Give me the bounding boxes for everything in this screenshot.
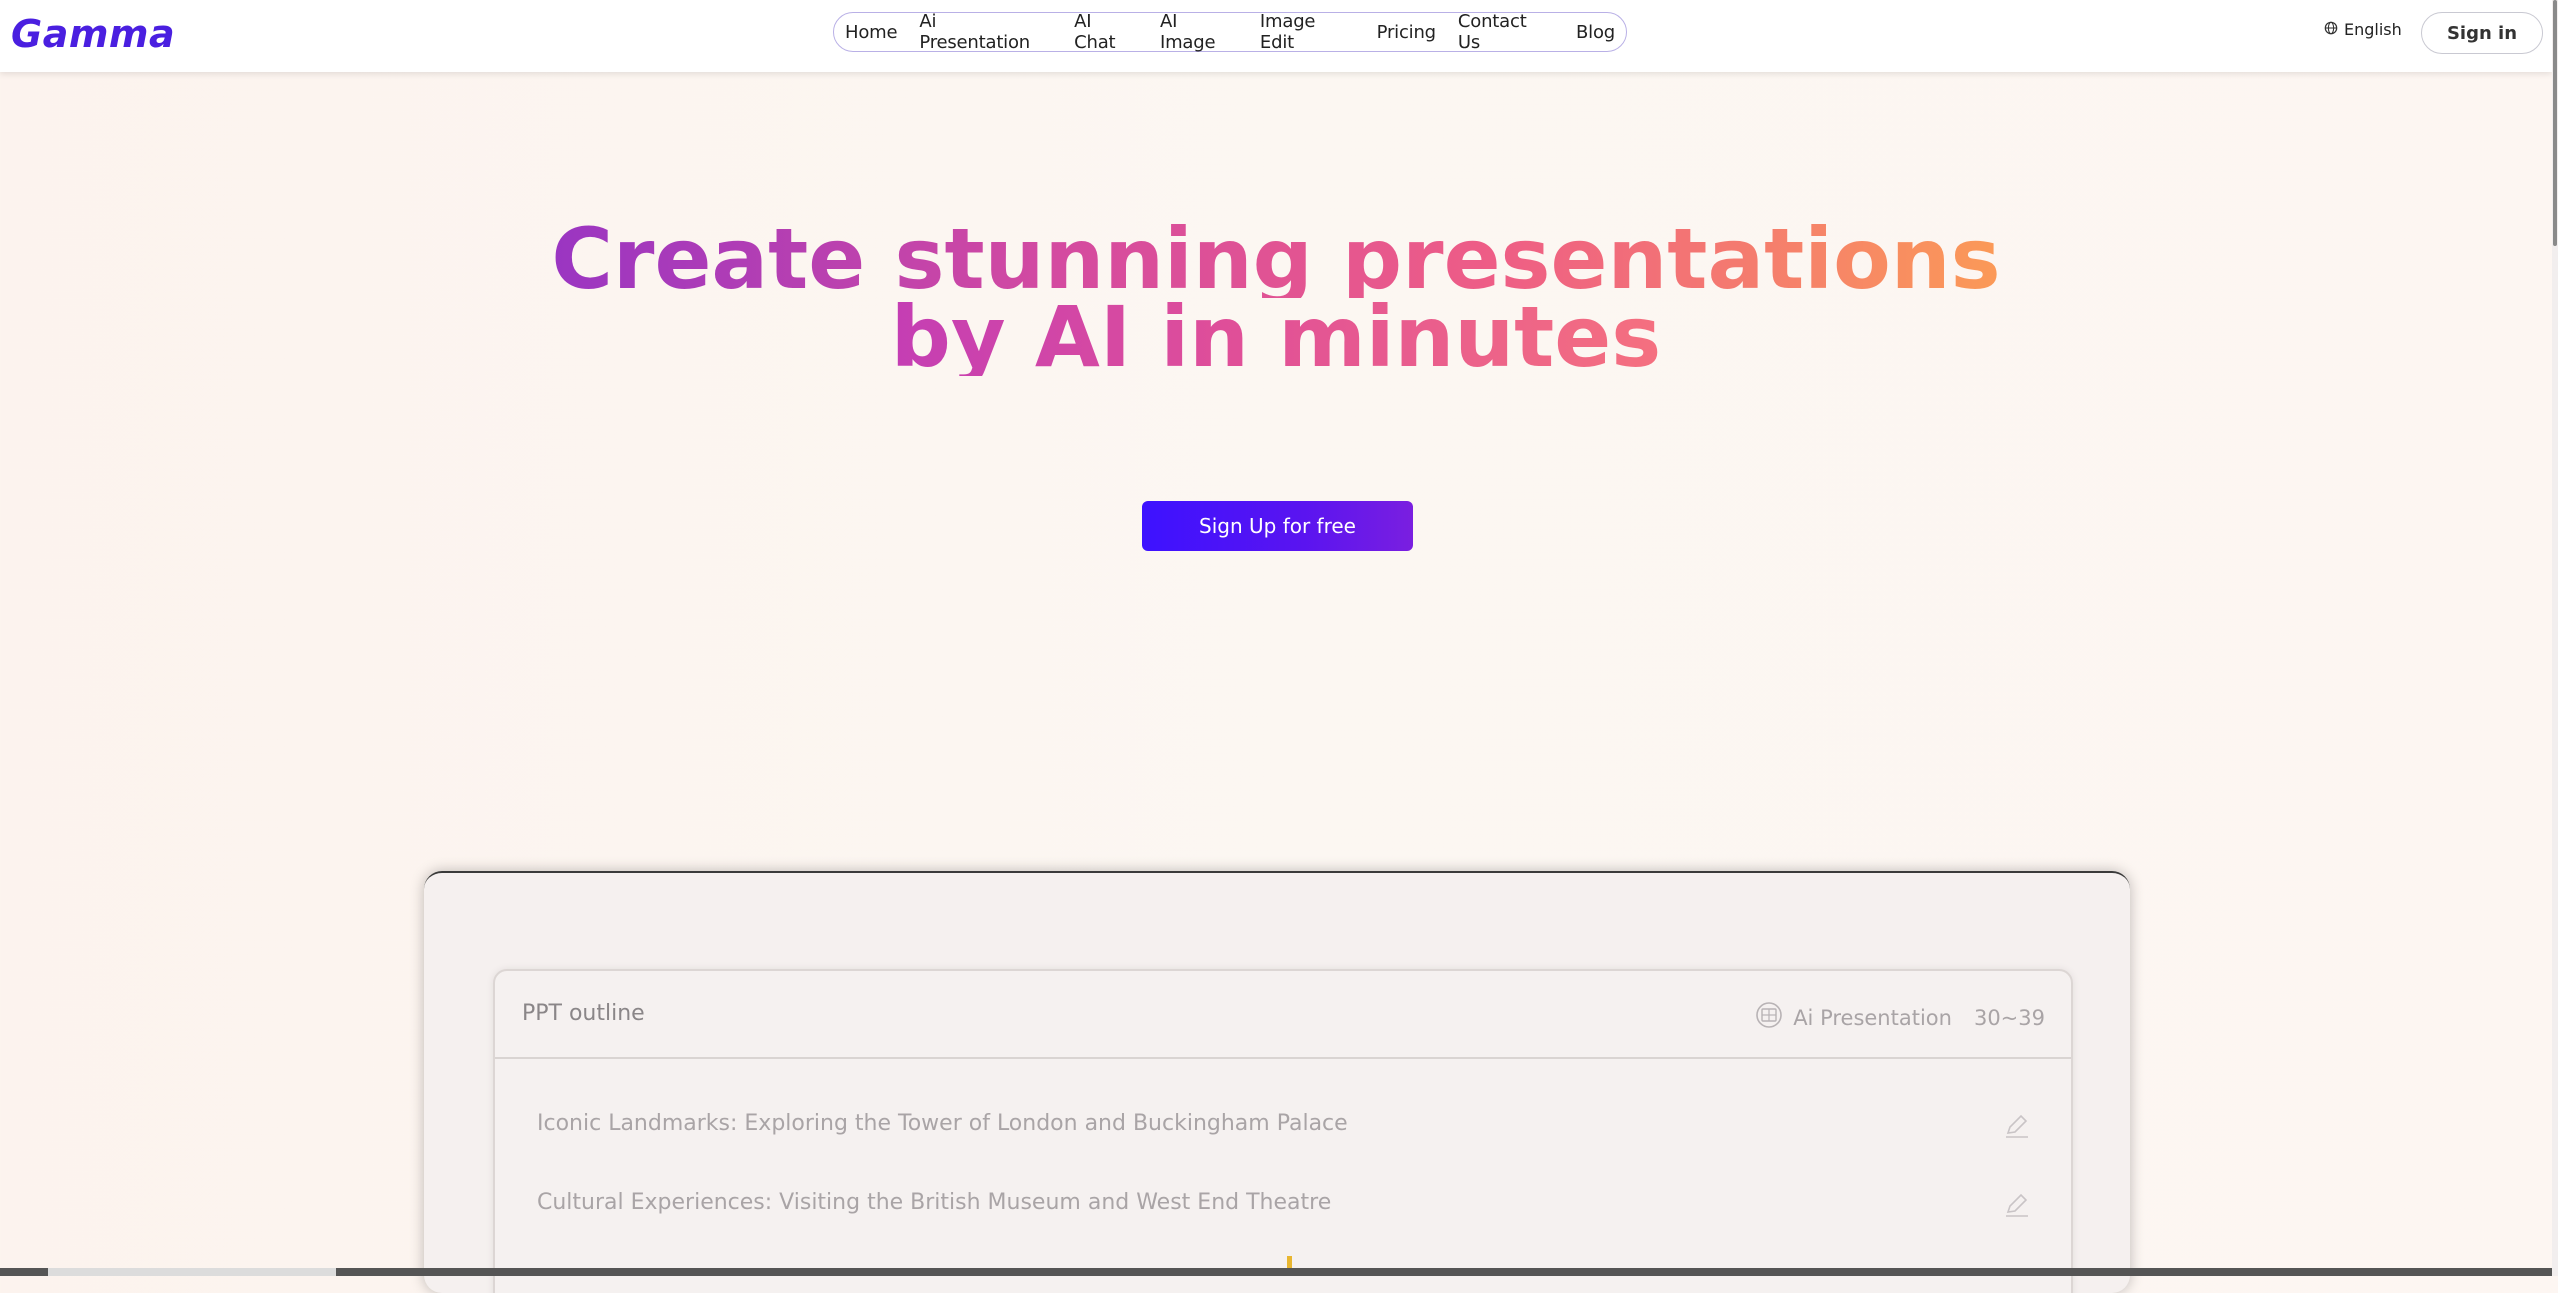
- outline-item[interactable]: Cultural Experiences: Visiting the Briti…: [537, 1190, 1331, 1215]
- outline-meta: Ai Presentation 30~39: [1755, 1001, 2045, 1034]
- brand-logo[interactable]: Gamma: [11, 12, 175, 56]
- slide-count: 30~39: [1973, 1005, 2045, 1030]
- outline-title: PPT outline: [522, 1001, 645, 1026]
- nav-pricing[interactable]: Pricing: [1366, 22, 1447, 43]
- hero-title: Create stunning presentations by AI in m…: [0, 210, 2552, 386]
- nav-home[interactable]: Home: [834, 22, 908, 43]
- page-scrollbar[interactable]: [2552, 0, 2558, 1276]
- horizontal-scrollbar[interactable]: [0, 1268, 2552, 1276]
- translate-icon: [1755, 1001, 1783, 1034]
- outline-item[interactable]: Iconic Landmarks: Exploring the Tower of…: [537, 1111, 1348, 1136]
- app-preview-card: PPT outline Ai Presentation 30~39 Iconic…: [424, 871, 2130, 1293]
- nav-ai-presentation[interactable]: Ai Presentation: [908, 11, 1063, 53]
- site-header: Gamma Home Ai Presentation AI Chat AI Im…: [0, 0, 2552, 72]
- language-selector[interactable]: English: [2324, 20, 2402, 39]
- hero-title-line-2: by AI in minutes: [890, 288, 1662, 386]
- sign-in-button[interactable]: Sign in: [2421, 12, 2543, 54]
- scrollbar-thumb[interactable]: [48, 1268, 336, 1276]
- sign-up-button[interactable]: Sign Up for free: [1142, 501, 1413, 551]
- presentation-type: Ai Presentation: [1793, 1005, 1952, 1030]
- nav-contact-us[interactable]: Contact Us: [1447, 11, 1565, 53]
- ppt-outline-panel: PPT outline Ai Presentation 30~39 Iconic…: [493, 969, 2073, 1293]
- language-label: English: [2344, 20, 2402, 39]
- nav-ai-chat[interactable]: AI Chat: [1063, 11, 1149, 53]
- pencil-icon[interactable]: [2001, 1190, 2031, 1225]
- main-nav: Home Ai Presentation AI Chat AI Image Im…: [833, 11, 1627, 53]
- nav-blog[interactable]: Blog: [1565, 22, 1626, 43]
- cursor-marker: [1287, 1256, 1292, 1268]
- globe-icon: [2324, 20, 2338, 39]
- nav-image-edit[interactable]: Image Edit: [1249, 11, 1366, 53]
- hero-title-line-1: Create stunning presentations: [551, 210, 2001, 308]
- pencil-icon[interactable]: [2001, 1111, 2031, 1146]
- nav-ai-image[interactable]: AI Image: [1149, 11, 1249, 53]
- scrollbar-thumb[interactable]: [2553, 0, 2557, 246]
- outline-header: PPT outline Ai Presentation 30~39: [495, 971, 2071, 1059]
